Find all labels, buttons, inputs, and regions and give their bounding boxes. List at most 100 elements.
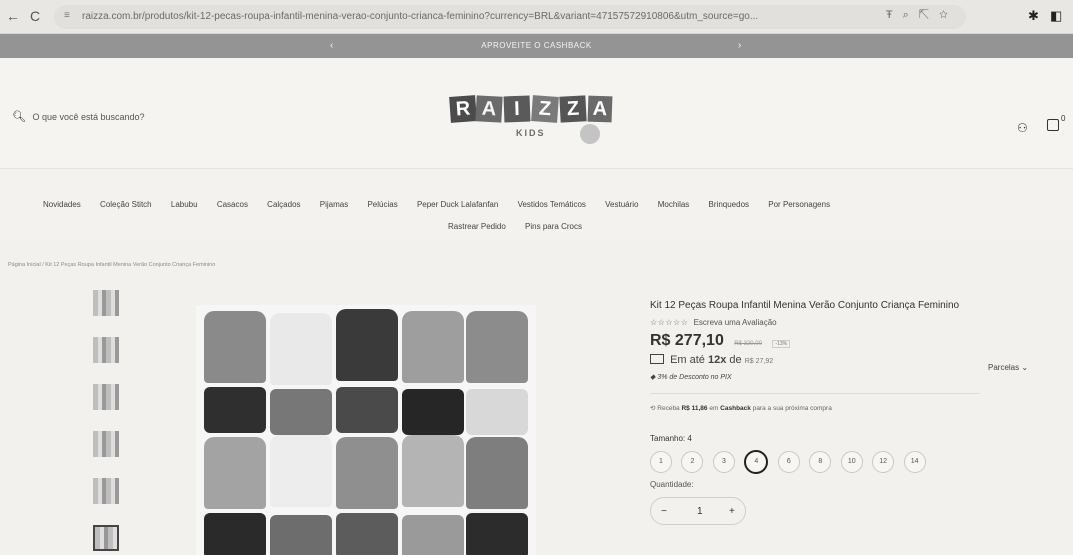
parcelas-label: Parcelas bbox=[988, 363, 1020, 372]
product-thumbnail[interactable] bbox=[93, 431, 119, 457]
product-main-image[interactable] bbox=[196, 305, 536, 555]
promo-next-arrow-icon[interactable]: › bbox=[738, 34, 742, 58]
quantity-stepper: − 1 + bbox=[650, 497, 746, 525]
size-option-12[interactable]: 12 bbox=[872, 451, 895, 473]
size-option-4[interactable]: 4 bbox=[744, 450, 769, 474]
product-info: Kit 12 Peças Roupa Infantil Menina Verão… bbox=[650, 300, 1070, 525]
installment-count: 12x bbox=[707, 354, 727, 366]
credit-card-icon bbox=[650, 354, 664, 364]
menu-item-vestidos-tematicos[interactable]: Vestidos Temáticos bbox=[518, 200, 586, 209]
logo-letter: A bbox=[475, 95, 503, 123]
translate-icon[interactable]: Ŧ bbox=[886, 9, 903, 21]
write-review-link[interactable]: Escreva uma Avaliação bbox=[694, 318, 777, 327]
search-icon[interactable]: 🔍︎ bbox=[12, 111, 26, 123]
main-navigation: Novidades Coleção Stitch Labubu Casacos … bbox=[0, 168, 1073, 240]
size-options: 1 2 3 4 6 8 10 12 14 bbox=[650, 450, 1070, 474]
product-thumbnail-selected[interactable] bbox=[93, 525, 119, 551]
size-option-6[interactable]: 6 bbox=[777, 451, 800, 473]
size-option-14[interactable]: 14 bbox=[903, 451, 926, 473]
menu-item-novidades[interactable]: Novidades bbox=[43, 200, 81, 209]
search-placeholder: O que você está buscando? bbox=[32, 112, 145, 122]
rating-row: ☆☆☆☆☆ Escreva uma Avaliação bbox=[650, 318, 1070, 327]
size-option-8[interactable]: 8 bbox=[809, 451, 832, 473]
menu-item-por-personagens[interactable]: Por Personagens bbox=[768, 200, 830, 209]
site-info-icon[interactable]: ≡ bbox=[64, 10, 70, 21]
size-option-2[interactable]: 2 bbox=[681, 451, 704, 473]
logo-letter: A bbox=[587, 95, 613, 123]
search-box[interactable]: 🔍︎ O que você está buscando? bbox=[12, 110, 145, 123]
product-shirt-image bbox=[204, 311, 266, 383]
menu-item-rastrear-pedido[interactable]: Rastrear Pedido bbox=[448, 222, 506, 231]
reload-icon[interactable]: C bbox=[30, 8, 40, 24]
size-option-3[interactable]: 3 bbox=[712, 451, 735, 473]
divider bbox=[650, 393, 980, 394]
product-thumbnail[interactable] bbox=[93, 478, 119, 504]
breadcrumb[interactable]: Página Inicial / Kit 12 Peças Roupa Infa… bbox=[8, 262, 215, 268]
promo-prev-arrow-icon[interactable]: ‹ bbox=[330, 34, 334, 58]
parcelas-dropdown[interactable]: Parcelas ⌄ bbox=[988, 363, 1028, 372]
size-option-10[interactable]: 10 bbox=[840, 451, 863, 473]
side-panel-icon[interactable]: ◧ bbox=[1050, 8, 1062, 24]
product-thumbnail[interactable] bbox=[93, 337, 119, 363]
quantity-decrease-button[interactable]: − bbox=[661, 506, 667, 517]
cashback-info: ⟲ Receba R$ 11,86 em Cashback para a sua… bbox=[650, 404, 1070, 412]
product-shorts-image bbox=[270, 389, 332, 435]
product-thumbnail[interactable] bbox=[93, 384, 119, 410]
size-option-1[interactable]: 1 bbox=[650, 451, 672, 473]
menu-item-pelucias[interactable]: Pelúcias bbox=[367, 200, 397, 209]
share-icon[interactable]: ⇱ bbox=[919, 9, 939, 21]
menu-item-pijamas[interactable]: Pijamas bbox=[320, 200, 348, 209]
menu-item-calcados[interactable]: Calçados bbox=[267, 200, 300, 209]
quantity-value[interactable]: 1 bbox=[697, 506, 703, 517]
current-price: R$ 277,10 bbox=[650, 332, 724, 349]
url-text: raizza.com.br/produtos/kit-12-pecas-roup… bbox=[82, 11, 759, 22]
footprint-icon bbox=[580, 124, 600, 144]
address-bar[interactable]: ≡ raizza.com.br/produtos/kit-12-pecas-ro… bbox=[54, 5, 966, 29]
price-row: R$ 277,10 R$ 320,00 -13% bbox=[650, 332, 1070, 350]
raizza-kids-logo[interactable]: R A I Z Z A KIDS bbox=[448, 88, 618, 148]
product-shirt-image bbox=[336, 437, 398, 509]
size-label: Tamanho: 4 bbox=[650, 434, 1070, 443]
installment-prefix: Em até bbox=[670, 354, 705, 366]
menu-item-mochilas[interactable]: Mochilas bbox=[658, 200, 690, 209]
browser-toolbar: ← C ≡ raizza.com.br/produtos/kit-12-peca… bbox=[0, 0, 1073, 34]
pix-text: 3% de Desconto no PIX bbox=[657, 374, 732, 381]
menu-item-pins-crocs[interactable]: Pins para Crocs bbox=[525, 222, 582, 231]
pix-icon: ◆ bbox=[650, 374, 656, 381]
rating-stars-icon[interactable]: ☆☆☆☆☆ bbox=[650, 318, 688, 327]
cashback-suffix: para a sua próxima compra bbox=[752, 405, 832, 412]
product-title: Kit 12 Peças Roupa Infantil Menina Verão… bbox=[650, 300, 960, 311]
bookmark-star-icon[interactable]: ☆ bbox=[939, 9, 958, 21]
menu-item-peper-duck[interactable]: Peper Duck Lalafanfan bbox=[417, 200, 498, 209]
back-arrow-icon[interactable]: ← bbox=[6, 8, 20, 24]
menu-item-colecao-stitch[interactable]: Coleção Stitch bbox=[100, 200, 152, 209]
product-shirt-image bbox=[402, 311, 464, 383]
logo-letter: I bbox=[503, 95, 531, 123]
quantity-increase-button[interactable]: + bbox=[729, 506, 735, 517]
installment-value: R$ 27,92 bbox=[744, 358, 774, 365]
user-account-icon[interactable]: ⚇ bbox=[1017, 121, 1028, 135]
product-shorts-image bbox=[402, 389, 464, 435]
menu-item-brinquedos[interactable]: Brinquedos bbox=[709, 200, 749, 209]
menu-item-vestuario[interactable]: Vestuário bbox=[605, 200, 638, 209]
product-shirt-image bbox=[466, 437, 528, 509]
selected-size-value: 4 bbox=[687, 434, 692, 443]
product-shirt-image bbox=[270, 435, 332, 507]
product-shorts-image bbox=[336, 387, 398, 433]
quantity-label: Quantidade: bbox=[650, 480, 694, 489]
menu-item-labubu[interactable]: Labubu bbox=[171, 200, 198, 209]
product-thumbnail[interactable] bbox=[93, 290, 119, 316]
menu-item-casacos[interactable]: Casacos bbox=[217, 200, 248, 209]
product-shorts-image bbox=[204, 513, 266, 555]
zoom-icon[interactable]: ⌕ bbox=[903, 9, 919, 21]
logo-letter: Z bbox=[531, 95, 559, 123]
cashback-word: Cashback bbox=[720, 405, 751, 412]
product-shirt-image bbox=[466, 311, 528, 383]
logo-subtitle: KIDS bbox=[516, 128, 546, 138]
product-shirt-image bbox=[402, 435, 464, 507]
cart-icon[interactable] bbox=[1047, 119, 1059, 131]
extensions-icon[interactable]: ✱ bbox=[1028, 8, 1039, 24]
size-label-text: Tamanho: bbox=[650, 434, 686, 443]
installment-suffix: de bbox=[729, 354, 742, 366]
pix-discount: ◆ 3% de Desconto no PIX bbox=[650, 373, 1070, 381]
